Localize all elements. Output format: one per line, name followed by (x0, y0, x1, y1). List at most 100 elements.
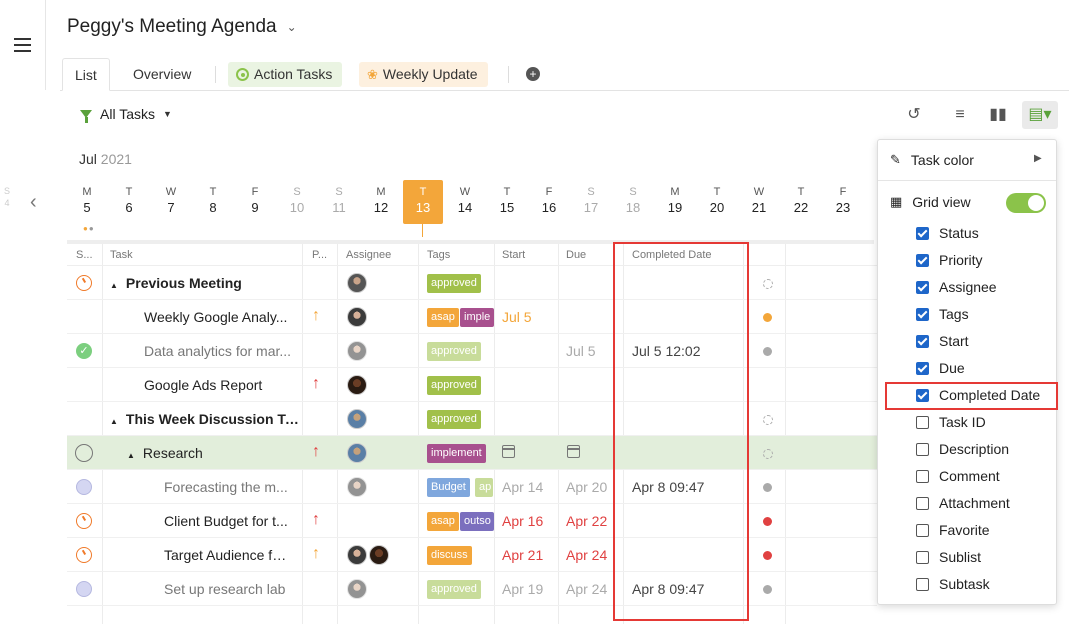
col-start[interactable]: Start (502, 249, 525, 261)
avatar[interactable] (347, 409, 367, 429)
avatar[interactable] (347, 307, 367, 327)
due-calendar-icon[interactable] (567, 445, 580, 458)
tag-badge[interactable]: approved (427, 580, 481, 599)
calendar-day[interactable]: T8 (193, 186, 233, 215)
chevron-left-icon[interactable]: ‹ (30, 191, 37, 214)
tag-badge[interactable]: approved (427, 342, 481, 361)
avatar[interactable] (347, 545, 367, 565)
in-progress-status-icon[interactable] (76, 513, 92, 529)
calendar-day[interactable]: S 18 (613, 186, 653, 215)
tab-action-tasks[interactable]: Action Tasks (228, 62, 343, 87)
table-row[interactable]: Google Ads Report ↑ approved (67, 368, 877, 402)
calendar-day-today[interactable]: T 13 (403, 180, 443, 224)
task-name[interactable]: Target Audience fo... (164, 538, 289, 572)
collapse-triangle-icon[interactable]: ▲ (110, 417, 118, 426)
table-row[interactable]: Client Budget for t... ↑ asap outso Apr … (67, 504, 877, 538)
column-option[interactable]: Assignee (916, 277, 997, 297)
avatar[interactable] (347, 579, 367, 599)
tab-list[interactable]: List (62, 58, 110, 91)
tab-overview[interactable]: Overview (121, 58, 203, 91)
chevron-right-icon[interactable]: ▶ (1034, 153, 1042, 164)
calendar-day[interactable]: W 21 (739, 186, 779, 215)
checkbox-checked[interactable] (916, 307, 929, 321)
task-name[interactable]: Client Budget for t... (164, 504, 289, 538)
table-row[interactable]: Forecasting the m... Budget ap Apr 14 Ap… (67, 470, 877, 504)
tag-badge[interactable]: imple (460, 308, 494, 327)
calendar-day[interactable]: F 23 (823, 186, 863, 215)
tag-badge[interactable]: ap (475, 478, 493, 497)
tag-badge[interactable]: Budget (427, 478, 470, 497)
tag-badge[interactable]: asap (427, 308, 459, 327)
calendar-day[interactable]: F9 (235, 186, 275, 215)
open-status-icon[interactable] (75, 444, 93, 462)
task-name[interactable]: Forecasting the m... (164, 470, 289, 504)
due-date[interactable]: Apr 22 (566, 504, 607, 538)
tag-badge[interactable]: approved (427, 410, 481, 429)
due-date[interactable]: Apr 24 (566, 572, 607, 606)
calendar-day[interactable]: W 14 (445, 186, 485, 215)
pending-status-icon[interactable] (76, 581, 92, 597)
checkbox-unchecked[interactable] (916, 523, 929, 537)
task-name[interactable]: ▲ Previous Meeting (110, 266, 305, 303)
checkbox-checked[interactable] (916, 280, 929, 294)
priority-up-arrow-icon[interactable]: ↑ (312, 443, 320, 461)
column-option[interactable]: Tags (916, 304, 969, 324)
tag-badge[interactable]: asap (427, 512, 459, 531)
priority-up-arrow-icon[interactable]: ↑ (312, 375, 320, 393)
table-row-selected[interactable]: ▲ Research ↑ implement (67, 436, 877, 470)
add-view-icon[interactable]: + (526, 67, 540, 81)
task-name[interactable]: Data analytics for mar... (144, 334, 299, 368)
checkbox-unchecked[interactable] (916, 415, 929, 429)
calendar-day[interactable]: S 11 (319, 186, 359, 215)
col-task[interactable]: Task (110, 249, 133, 261)
task-color-item[interactable]: ✎ Task color (890, 152, 974, 168)
priority-up-arrow-icon[interactable]: ↑ (312, 545, 320, 563)
priority-up-arrow-icon[interactable]: ↑ (312, 511, 320, 529)
task-name[interactable]: Google Ads Report (144, 368, 299, 402)
column-option[interactable]: Due (916, 358, 965, 378)
column-option[interactable]: Task ID (916, 412, 986, 432)
task-name[interactable]: ▲ This Week Discussion To... (110, 402, 300, 439)
table-row[interactable]: ▲ Previous Meeting approved (67, 266, 877, 300)
checkbox-checked[interactable] (916, 361, 929, 375)
start-date[interactable]: Apr 16 (502, 504, 543, 538)
board-view-icon[interactable]: ▮▮ (984, 101, 1012, 129)
hamburger-menu-icon[interactable] (14, 38, 31, 52)
col-due[interactable]: Due (566, 249, 586, 261)
chevron-down-icon[interactable]: ⌄ (287, 20, 297, 34)
start-date[interactable]: Apr 14 (502, 470, 543, 504)
checkbox-checked[interactable] (916, 226, 929, 240)
avatar[interactable] (347, 443, 367, 463)
task-name[interactable]: ▲ Research (127, 436, 297, 473)
avatar[interactable] (347, 375, 367, 395)
in-progress-status-icon[interactable] (76, 275, 92, 291)
filter-dropdown[interactable]: All Tasks ▼ (80, 106, 172, 123)
gantt-settings-icon[interactable]: ▤▾ (1022, 101, 1058, 129)
calendar-day[interactable]: W7 (151, 186, 191, 215)
col-status[interactable]: S... (76, 249, 93, 261)
due-date[interactable]: Apr 20 (566, 470, 607, 504)
col-tags[interactable]: Tags (427, 249, 450, 261)
column-option[interactable]: Description (916, 439, 1009, 459)
tag-badge[interactable]: implement (427, 444, 486, 463)
collapse-triangle-icon[interactable]: ▲ (110, 281, 118, 290)
table-row[interactable]: Target Audience fo... ↑ discuss Apr 21 A… (67, 538, 877, 572)
tag-badge[interactable]: outso (460, 512, 494, 531)
tag-badge[interactable]: approved (427, 274, 481, 293)
table-row[interactable]: ✓ Data analytics for mar... approved Jul… (67, 334, 877, 368)
pending-status-icon[interactable] (76, 479, 92, 495)
col-assignee[interactable]: Assignee (346, 249, 391, 261)
checkbox-unchecked[interactable] (916, 442, 929, 456)
refresh-icon[interactable]: ↺ (900, 101, 928, 129)
avatar[interactable] (347, 341, 367, 361)
calendar-day[interactable]: F 16 (529, 186, 569, 215)
column-option[interactable]: Comment (916, 466, 1000, 486)
table-row[interactable]: Set up research lab approved Apr 19 Apr … (67, 572, 877, 606)
task-name[interactable]: Set up research lab (164, 572, 289, 606)
grid-view-toggle[interactable] (1006, 193, 1046, 213)
calendar-day[interactable]: T 15 (487, 186, 527, 215)
calendar-day[interactable]: M 12 (361, 186, 401, 215)
col-priority[interactable]: P... (312, 249, 327, 261)
calendar-day[interactable]: T 22 (781, 186, 821, 215)
calendar-day[interactable]: T6 (109, 186, 149, 215)
